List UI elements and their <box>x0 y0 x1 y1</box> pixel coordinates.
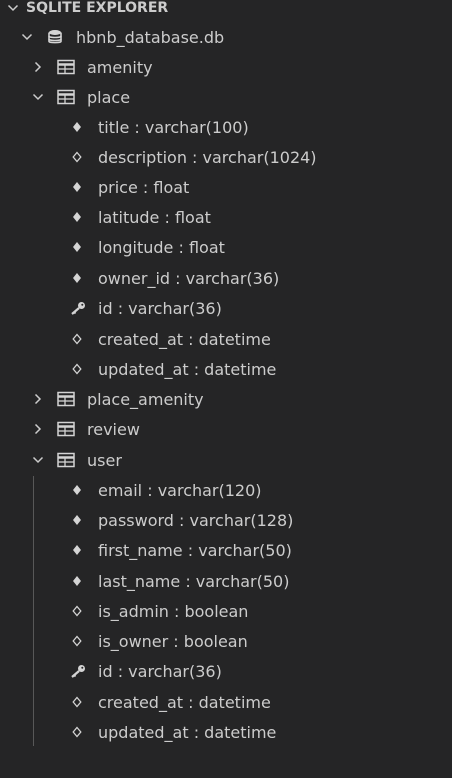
column-label: first_name : varchar(50) <box>98 540 292 560</box>
column-item[interactable]: owner_id : varchar(36) <box>0 263 452 293</box>
column-item[interactable]: title : varchar(100) <box>0 112 452 142</box>
key-icon <box>70 301 86 315</box>
chevron-down-icon <box>31 453 45 467</box>
diamond-filled-icon <box>71 241 83 253</box>
table-node-place-amenity[interactable]: place_amenity <box>0 384 452 414</box>
column-label: latitude : float <box>98 207 211 227</box>
key-icon <box>70 664 86 678</box>
column-item[interactable]: password : varchar(128) <box>0 505 452 535</box>
chevron-right-icon <box>31 60 45 74</box>
table-node-user[interactable]: user <box>0 445 452 475</box>
column-label: id : varchar(36) <box>98 661 222 681</box>
diamond-outline-icon <box>71 333 83 345</box>
diamond-outline-icon <box>71 605 83 617</box>
table-icon <box>57 89 75 105</box>
column-item[interactable]: latitude : float <box>0 202 452 232</box>
table-name: place_amenity <box>87 389 204 409</box>
diamond-filled-icon <box>71 181 83 193</box>
diamond-filled-icon <box>71 272 83 284</box>
column-label: password : varchar(128) <box>98 510 294 530</box>
table-name: user <box>87 450 122 470</box>
column-label: updated_at : datetime <box>98 722 277 742</box>
column-label: email : varchar(120) <box>98 480 262 500</box>
diamond-outline-icon <box>71 363 83 375</box>
column-label: id : varchar(36) <box>98 298 222 318</box>
table-name: place <box>87 87 131 107</box>
column-item[interactable]: id : varchar(36) <box>0 293 452 323</box>
column-label: updated_at : datetime <box>98 359 277 379</box>
column-item[interactable]: price : float <box>0 172 452 202</box>
chevron-down-icon <box>20 30 34 44</box>
table-icon <box>57 421 75 437</box>
table-node-amenity[interactable]: amenity <box>0 52 452 82</box>
diamond-outline-icon <box>71 696 83 708</box>
diamond-filled-icon <box>71 484 83 496</box>
column-label: created_at : datetime <box>98 692 271 712</box>
column-item[interactable]: email : varchar(120) <box>0 475 452 505</box>
column-item[interactable]: updated_at : datetime <box>0 354 452 384</box>
table-node-review[interactable]: review <box>0 414 452 444</box>
table-name: amenity <box>87 57 153 77</box>
column-item[interactable]: updated_at : datetime <box>0 717 452 747</box>
column-item[interactable]: first_name : varchar(50) <box>0 535 452 565</box>
database-node[interactable]: hbnb_database.db <box>0 22 452 52</box>
database-name: hbnb_database.db <box>76 27 225 47</box>
column-label: description : varchar(1024) <box>98 147 317 167</box>
table-name: review <box>87 419 140 439</box>
diamond-filled-icon <box>71 211 83 223</box>
table-icon <box>57 452 75 468</box>
diamond-filled-icon <box>71 544 83 556</box>
section-title: SQLITE EXPLORER <box>26 0 169 16</box>
chevron-right-icon <box>31 392 45 406</box>
column-item[interactable]: is_admin : boolean <box>0 596 452 626</box>
column-label: owner_id : varchar(36) <box>98 268 280 288</box>
table-node-place[interactable]: place <box>0 82 452 112</box>
column-item[interactable]: created_at : datetime <box>0 687 452 717</box>
column-item[interactable]: is_owner : boolean <box>0 626 452 656</box>
table-icon <box>57 59 75 75</box>
diamond-filled-icon <box>71 514 83 526</box>
database-icon <box>47 29 63 45</box>
column-label: price : float <box>98 177 190 197</box>
column-item[interactable]: description : varchar(1024) <box>0 142 452 172</box>
section-header-sqlite-explorer[interactable]: SQLITE EXPLORER <box>0 0 452 23</box>
column-label: longitude : float <box>98 237 225 257</box>
column-label: created_at : datetime <box>98 329 271 349</box>
column-label: last_name : varchar(50) <box>98 571 290 591</box>
column-label: is_owner : boolean <box>98 631 248 651</box>
diamond-outline-icon <box>71 726 83 738</box>
diamond-outline-icon <box>71 635 83 647</box>
diamond-outline-icon <box>71 151 83 163</box>
diamond-filled-icon <box>71 121 83 133</box>
column-label: title : varchar(100) <box>98 117 249 137</box>
column-item[interactable]: created_at : datetime <box>0 324 452 354</box>
column-label: is_admin : boolean <box>98 601 249 621</box>
column-item[interactable]: last_name : varchar(50) <box>0 566 452 596</box>
diamond-filled-icon <box>71 575 83 587</box>
chevron-right-icon <box>31 422 45 436</box>
column-item[interactable]: longitude : float <box>0 232 452 262</box>
chevron-down-icon <box>6 1 20 15</box>
column-item[interactable]: id : varchar(36) <box>0 656 452 686</box>
table-icon <box>57 391 75 407</box>
chevron-down-icon <box>31 90 45 104</box>
